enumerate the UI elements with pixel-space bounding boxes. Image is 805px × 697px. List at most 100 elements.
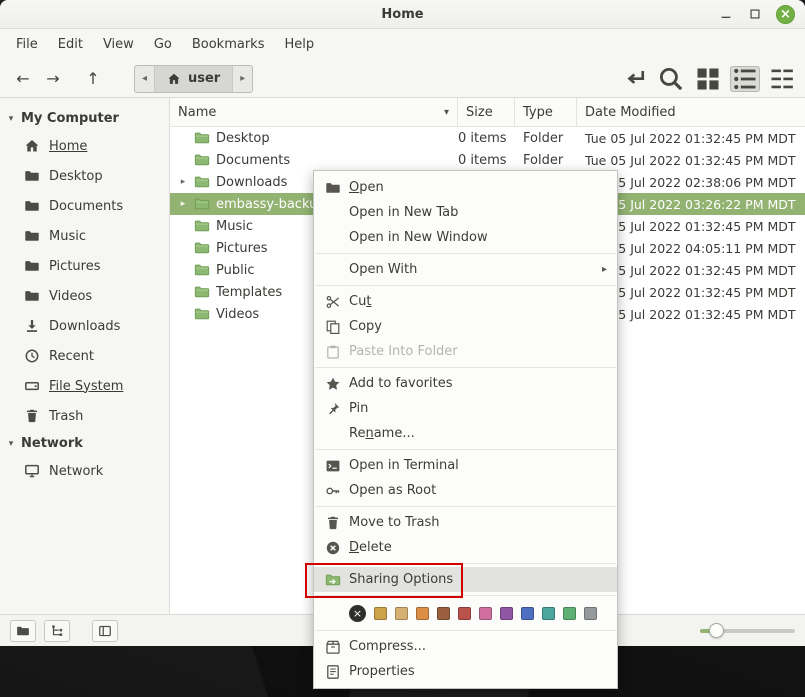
- color-swatch[interactable]: [437, 607, 450, 620]
- color-swatch[interactable]: [542, 607, 555, 620]
- titlebar[interactable]: Home ×: [0, 0, 805, 29]
- color-swatch[interactable]: [416, 607, 429, 620]
- menubar-item-file[interactable]: File: [6, 33, 48, 56]
- menubar-item-help[interactable]: Help: [274, 33, 324, 56]
- expander-icon[interactable]: ▸: [178, 199, 188, 209]
- treeview-icon: [50, 624, 64, 638]
- sidebar-item-desktop[interactable]: Desktop: [0, 161, 169, 191]
- breadcrumb-location-button[interactable]: user: [155, 66, 232, 92]
- menu-item-open-with[interactable]: Open With▸: [314, 257, 617, 282]
- sidebar-item-pictures[interactable]: Pictures: [0, 251, 169, 281]
- menu-item-pin[interactable]: Pin: [314, 396, 617, 421]
- menu-item-label: Delete: [349, 540, 392, 555]
- menu-item-compress[interactable]: Compress...: [314, 634, 617, 659]
- menu-item-open-in-new-window[interactable]: Open in New Window: [314, 225, 617, 250]
- menu-item-add-to-favorites[interactable]: Add to favorites: [314, 371, 617, 396]
- sidebar-item-documents[interactable]: Documents: [0, 191, 169, 221]
- window-controls: ×: [718, 0, 795, 28]
- show-treeview-button[interactable]: [44, 620, 70, 642]
- menu-item-open-as-root[interactable]: Open as Root: [314, 478, 617, 503]
- column-headers: Name ▾ Size Type Date Modified: [170, 98, 805, 127]
- maximize-button[interactable]: [747, 6, 763, 22]
- column-header-name[interactable]: Name ▾: [170, 98, 458, 126]
- menu-item-copy[interactable]: Copy: [314, 314, 617, 339]
- list-view-icon: [731, 65, 759, 93]
- menubar-item-edit[interactable]: Edit: [48, 33, 93, 56]
- column-header-type[interactable]: Type: [515, 98, 577, 126]
- menu-item-rename[interactable]: Rename...: [314, 421, 617, 446]
- sidebar-item-downloads[interactable]: Downloads: [0, 311, 169, 341]
- sidebar-item-network[interactable]: Network: [0, 456, 169, 486]
- menu-item-open[interactable]: Open: [314, 175, 617, 200]
- search-icon: [657, 65, 685, 93]
- places-folder-icon: [16, 624, 30, 638]
- sidebar-section-my-computer[interactable]: ▾My Computer: [0, 106, 169, 131]
- toggle-location-entry-icon: [620, 65, 648, 93]
- menu-item-label: Paste Into Folder: [349, 344, 458, 359]
- show-places-button[interactable]: [10, 620, 36, 642]
- file-row-desktop[interactable]: Desktop0 itemsFolderTue 05 Jul 2022 01:3…: [170, 127, 805, 149]
- folder-icon: [194, 196, 210, 212]
- menu-item-move-to-trash[interactable]: Move to Trash: [314, 510, 617, 535]
- menu-item-open-in-terminal[interactable]: Open in Terminal: [314, 453, 617, 478]
- section-expander-icon[interactable]: ▾: [6, 439, 16, 449]
- file-name-cell: Desktop: [170, 130, 458, 146]
- toggle-location-entry-button[interactable]: [619, 66, 649, 92]
- color-swatch[interactable]: [563, 607, 576, 620]
- color-swatch[interactable]: [374, 607, 387, 620]
- menubar-item-bookmarks[interactable]: Bookmarks: [182, 33, 275, 56]
- up-button[interactable]: ↑: [78, 65, 108, 93]
- monitor-icon: [24, 463, 40, 479]
- minimize-button[interactable]: [718, 6, 734, 22]
- color-swatch[interactable]: [458, 607, 471, 620]
- color-swatch[interactable]: [479, 607, 492, 620]
- column-header-size[interactable]: Size: [458, 98, 515, 126]
- toggle-sidebar-button[interactable]: [92, 620, 118, 642]
- menu-item-open-in-new-tab[interactable]: Open in New Tab: [314, 200, 617, 225]
- forward-button[interactable]: →: [38, 65, 68, 93]
- menu-item-sharing-options[interactable]: Sharing Options: [314, 567, 617, 592]
- clear-color-button[interactable]: ×: [349, 605, 366, 622]
- compact-view-button[interactable]: [767, 66, 797, 92]
- sidebar-item-home[interactable]: Home: [0, 131, 169, 161]
- breadcrumb-scroll-right-button[interactable]: ▸: [232, 66, 252, 92]
- sidebar-item-trash[interactable]: Trash: [0, 401, 169, 431]
- folder-dark-icon: [24, 288, 40, 304]
- sidebar-item-file-system[interactable]: File System: [0, 371, 169, 401]
- zoom-slider-handle[interactable]: [709, 623, 724, 638]
- back-button[interactable]: ←: [8, 65, 38, 93]
- sidebar-item-videos[interactable]: Videos: [0, 281, 169, 311]
- menu-item-delete[interactable]: Delete: [314, 535, 617, 560]
- menu-item-properties[interactable]: Properties: [314, 659, 617, 684]
- menubar-item-go[interactable]: Go: [144, 33, 182, 56]
- file-row-documents[interactable]: Documents0 itemsFolderTue 05 Jul 2022 01…: [170, 149, 805, 171]
- file-name-label: Videos: [216, 307, 259, 322]
- menubar: FileEditViewGoBookmarksHelp: [0, 29, 805, 60]
- trash-icon: [324, 515, 341, 531]
- package-icon: [324, 639, 341, 655]
- sidebar-item-music[interactable]: Music: [0, 221, 169, 251]
- sidebar-section-network[interactable]: ▾Network: [0, 431, 169, 456]
- section-expander-icon[interactable]: ▾: [6, 114, 16, 124]
- color-swatch[interactable]: [395, 607, 408, 620]
- search-button[interactable]: [656, 66, 686, 92]
- menu-item-cut[interactable]: Cut: [314, 289, 617, 314]
- properties-icon: [324, 664, 341, 680]
- menubar-item-view[interactable]: View: [93, 33, 144, 56]
- color-swatch[interactable]: [584, 607, 597, 620]
- sidebar-item-recent[interactable]: Recent: [0, 341, 169, 371]
- zoom-slider[interactable]: [700, 621, 795, 641]
- color-swatch[interactable]: [521, 607, 534, 620]
- icon-view-button[interactable]: [693, 66, 723, 92]
- menu-item-label: Compress...: [349, 639, 426, 654]
- column-header-date-modified[interactable]: Date Modified: [577, 98, 805, 126]
- file-name-label: Public: [216, 263, 254, 278]
- breadcrumb-scroll-left-button[interactable]: ◂: [135, 66, 155, 92]
- close-button[interactable]: ×: [776, 5, 795, 24]
- file-name-label: Desktop: [216, 131, 270, 146]
- folder-icon: [194, 218, 210, 234]
- expander-icon[interactable]: ▸: [178, 177, 188, 187]
- color-swatch[interactable]: [500, 607, 513, 620]
- list-view-button[interactable]: [730, 66, 760, 92]
- file-name-label: Downloads: [216, 175, 287, 190]
